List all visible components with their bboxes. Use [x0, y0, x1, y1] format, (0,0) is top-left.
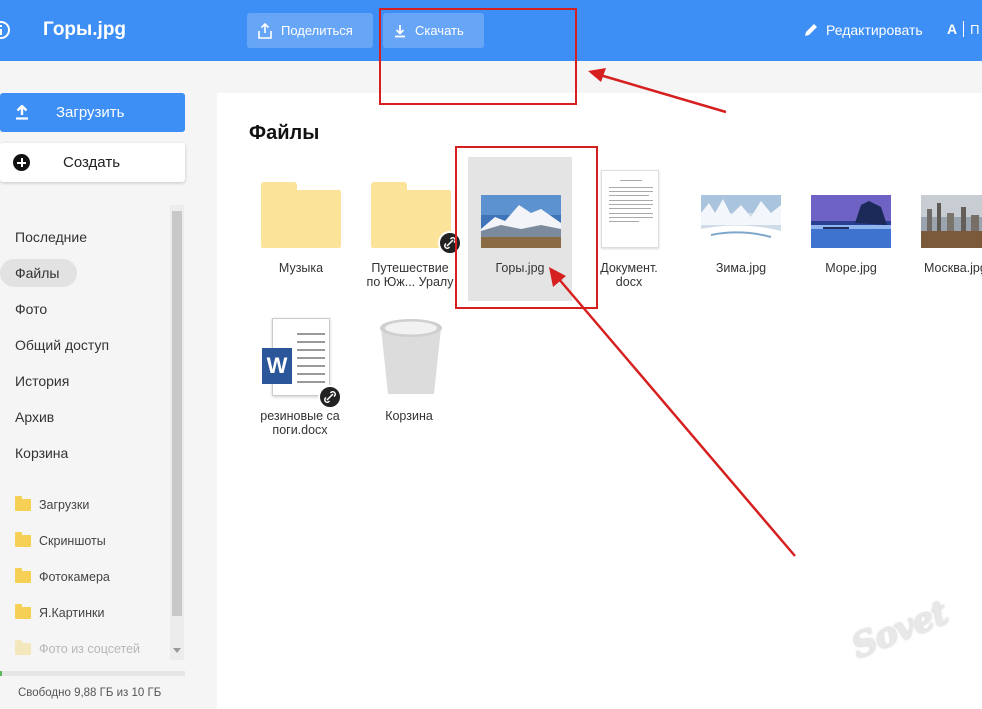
- document-thumbnail: [601, 170, 659, 248]
- nav-item-files[interactable]: Файлы: [15, 265, 59, 281]
- storage-quota-bar: [0, 671, 185, 676]
- nav-item-photo[interactable]: Фото: [15, 301, 47, 317]
- storage-quota-text: Свободно 9,88 ГБ из 10 ГБ: [18, 687, 162, 699]
- pencil-icon: [805, 24, 817, 36]
- file-label: Москва.jpg: [924, 261, 982, 275]
- upload-icon: [16, 105, 28, 120]
- plus-circle-icon: [13, 154, 30, 171]
- share-label: Поделиться: [281, 23, 353, 38]
- nav-item-recent[interactable]: Последние: [15, 229, 87, 245]
- edit-label: Редактировать: [826, 22, 923, 38]
- upload-button[interactable]: Загрузить: [0, 93, 185, 132]
- folder-icon: [15, 604, 31, 619]
- text-cursor-icon: [963, 21, 965, 37]
- info-icon[interactable]: [0, 21, 10, 39]
- nav-item-archive[interactable]: Архив: [15, 409, 54, 425]
- sidebar-folder-label: Фото из соцсетей: [39, 642, 141, 656]
- annotation-box-file: [455, 146, 598, 309]
- create-label: Создать: [63, 154, 121, 171]
- sidebar-folder-social-photos[interactable]: Фото из соцсетей: [15, 640, 141, 656]
- trash-bin-icon: [380, 319, 442, 394]
- folder-icon: [15, 532, 31, 547]
- rename-icon: A: [947, 21, 958, 37]
- file-label: Зима.jpg: [715, 261, 767, 275]
- annotation-box-download: [379, 8, 577, 105]
- sidebar-folder-label: Загрузки: [39, 498, 90, 512]
- word-document-icon: W: [262, 318, 330, 398]
- rename-button[interactable]: A П: [947, 21, 979, 37]
- sidebar-folder-label: Я.Картинки: [39, 606, 105, 620]
- sidebar-scrollbar-thumb[interactable]: [172, 211, 182, 616]
- winter-thumbnail: [701, 195, 781, 248]
- edit-button[interactable]: Редактировать: [803, 22, 923, 38]
- file-label: Море.jpg: [825, 261, 877, 275]
- create-button[interactable]: Создать: [0, 143, 185, 182]
- sidebar-folder-label: Скриншоты: [39, 534, 106, 548]
- file-label: Музыка: [278, 261, 324, 275]
- file-label: Корзина: [385, 409, 433, 423]
- file-label-line2: по Юж... Уралу: [366, 275, 454, 289]
- page-title: Файлы: [249, 122, 320, 144]
- storage-quota-fill: [0, 671, 3, 676]
- share-button[interactable]: Поделиться: [247, 13, 373, 48]
- nav-item-trash[interactable]: Корзина: [15, 445, 68, 461]
- sidebar-folder-camera[interactable]: Фотокамера: [15, 568, 110, 584]
- folder-icon: [15, 640, 31, 655]
- rename-label: П: [970, 21, 980, 37]
- upload-label: Загрузить: [56, 104, 125, 121]
- share-icon: [258, 22, 272, 39]
- sidebar-folder-screenshots[interactable]: Скриншоты: [15, 532, 106, 548]
- nav-item-shared[interactable]: Общий доступ: [15, 337, 109, 353]
- shared-link-icon: [318, 385, 342, 409]
- folder-icon: [15, 496, 31, 511]
- sidebar-folder-downloads[interactable]: Загрузки: [15, 496, 90, 512]
- sidebar-folder-label: Фотокамера: [39, 570, 110, 584]
- nav-item-history[interactable]: История: [15, 373, 69, 389]
- file-title: Горы.jpg: [43, 19, 127, 40]
- file-label-line2: поги.docx: [272, 423, 328, 437]
- sidebar-folder-yandex-pictures[interactable]: Я.Картинки: [15, 604, 105, 620]
- scroll-down-arrow-icon[interactable]: [173, 648, 181, 653]
- file-label-line1: Путешествие: [371, 261, 449, 275]
- moscow-thumbnail: [921, 195, 982, 248]
- file-label-line1: резиновые са: [260, 409, 340, 423]
- sea-thumbnail: [811, 195, 891, 248]
- folder-icon: [261, 182, 341, 248]
- folder-icon: [15, 568, 31, 583]
